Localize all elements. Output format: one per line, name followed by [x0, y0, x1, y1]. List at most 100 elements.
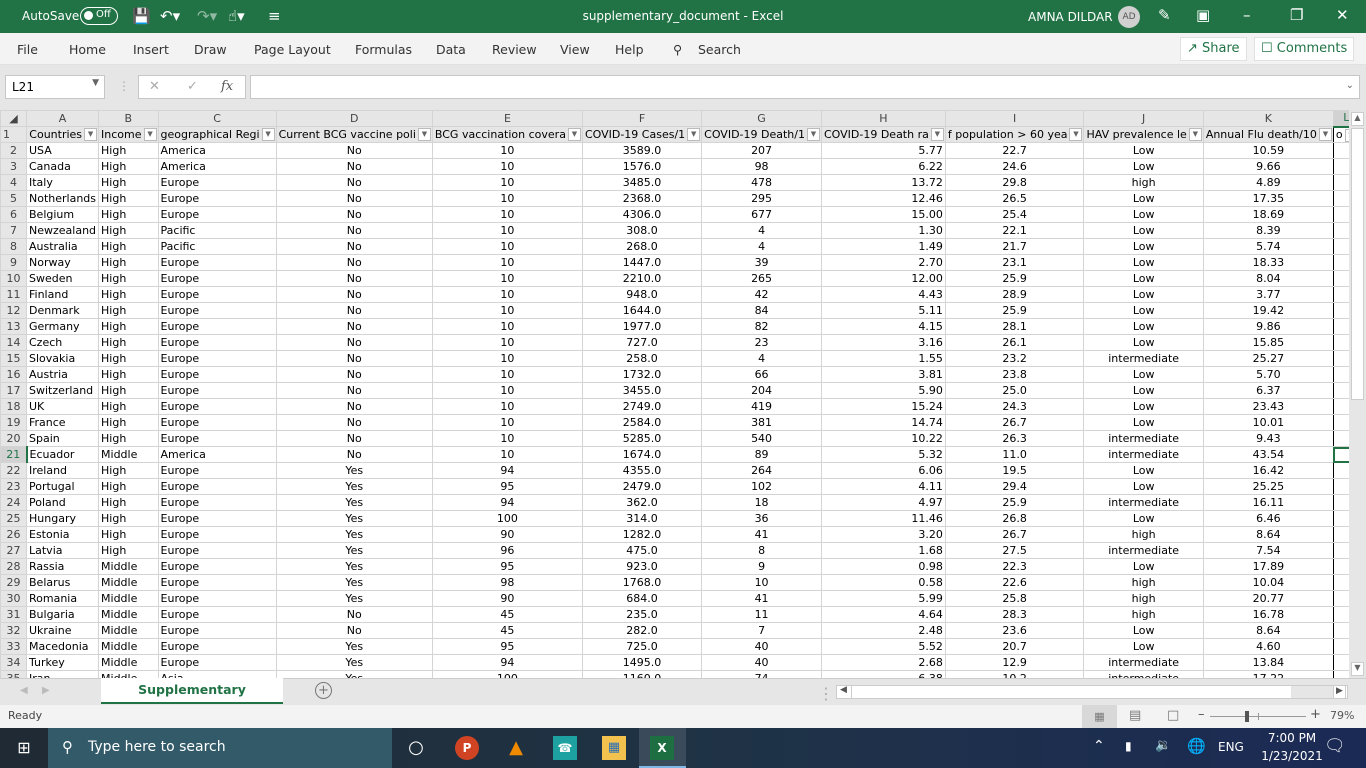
cell[interactable]: No [275, 622, 433, 639]
cell[interactable]: USA [25, 142, 100, 159]
cell[interactable]: Ecuador [25, 446, 100, 463]
cell[interactable]: 10 [431, 366, 583, 383]
cell[interactable]: Canada [25, 158, 100, 175]
row-header[interactable]: 21 [0, 446, 28, 463]
tab-home[interactable]: Home [69, 42, 106, 57]
cell[interactable]: No [275, 190, 433, 207]
tab-review[interactable]: Review [492, 42, 537, 57]
cell[interactable]: High [98, 526, 159, 543]
cell[interactable]: 82 [701, 318, 822, 335]
vlc-icon[interactable]: ▲ [504, 736, 528, 760]
row-header[interactable]: 30 [0, 590, 27, 607]
cell[interactable]: Europe [157, 190, 277, 207]
cell[interactable]: 28.9 [944, 286, 1085, 303]
cell[interactable]: 10.22 [820, 430, 946, 447]
cell[interactable]: Low [1083, 414, 1204, 431]
cell[interactable]: 0.58 [820, 574, 946, 591]
header-cell[interactable]: BCG vaccination covera ▼ [431, 126, 583, 143]
cell[interactable]: High [98, 238, 159, 255]
cell[interactable]: Europe [157, 270, 277, 287]
cell[interactable]: 2749.0 [581, 398, 703, 415]
cell[interactable]: Yes [275, 574, 433, 591]
cell[interactable]: Low [1083, 158, 1204, 175]
filter-dropdown-icon[interactable]: ▼ [261, 128, 275, 141]
cell[interactable]: Yes [275, 478, 433, 495]
cell[interactable]: 8 [701, 542, 822, 559]
cell[interactable] [1332, 622, 1349, 639]
cell[interactable]: 19.42 [1202, 302, 1334, 319]
cell[interactable] [1332, 318, 1349, 335]
header-cell[interactable]: o▼ [1332, 126, 1349, 143]
cell[interactable]: Low [1083, 190, 1204, 207]
cell[interactable]: 24.6 [944, 158, 1085, 175]
cell[interactable]: 684.0 [581, 590, 703, 607]
cell[interactable]: Low [1083, 270, 1204, 287]
cell[interactable]: 25.27 [1202, 350, 1334, 367]
cell[interactable]: High [98, 174, 159, 191]
cell[interactable]: high [1083, 590, 1204, 607]
column-header-k[interactable]: K [1202, 110, 1334, 127]
cell[interactable]: High [98, 462, 159, 479]
cell[interactable]: Middle [98, 590, 159, 607]
cell[interactable]: Low [1083, 286, 1204, 303]
cell[interactable]: 95 [431, 478, 583, 495]
cell[interactable]: 10 [431, 270, 583, 287]
cell[interactable]: Europe [157, 302, 277, 319]
row-header[interactable]: 33 [0, 638, 27, 655]
cell[interactable]: America [157, 158, 277, 175]
column-header-a[interactable]: A [25, 110, 100, 127]
cell[interactable]: High [98, 206, 159, 223]
cell[interactable]: 41 [701, 526, 822, 543]
column-header-l[interactable]: L [1332, 110, 1349, 128]
cell[interactable]: 26.5 [944, 190, 1085, 207]
cell[interactable]: 10 [431, 446, 583, 463]
cell[interactable]: 16.11 [1202, 494, 1334, 511]
cell[interactable]: Rassia [25, 558, 100, 575]
tab-insert[interactable]: Insert [133, 42, 169, 57]
cell[interactable]: 40 [701, 654, 822, 671]
cell[interactable]: Low [1083, 478, 1204, 495]
cell[interactable] [1332, 494, 1349, 511]
filter-dropdown-icon[interactable]: ▼ [1318, 128, 1332, 141]
cell[interactable]: High [98, 398, 159, 415]
cell[interactable]: 29.8 [944, 174, 1085, 191]
cell[interactable]: Low [1083, 462, 1204, 479]
cell[interactable]: No [275, 382, 433, 399]
customize-toolbar-icon[interactable]: ≡ [268, 7, 281, 25]
search-icon[interactable]: ⚲ [673, 42, 682, 57]
cell[interactable]: 36 [701, 510, 822, 527]
cell[interactable]: 1576.0 [581, 158, 703, 175]
formula-input[interactable]: ⌄ [250, 75, 1360, 99]
cell[interactable]: 923.0 [581, 558, 703, 575]
cell[interactable]: America [157, 446, 277, 463]
cell[interactable]: No [275, 174, 433, 191]
cell[interactable]: 10 [431, 206, 583, 223]
tab-data[interactable]: Data [436, 42, 466, 57]
cell[interactable]: 24.3 [944, 398, 1085, 415]
column-header-j[interactable]: J [1083, 110, 1204, 127]
cell[interactable]: 6.38 [820, 670, 946, 678]
row-header[interactable]: 3 [0, 158, 27, 175]
cell[interactable]: 10 [431, 350, 583, 367]
cell[interactable]: Slovakia [25, 350, 100, 367]
cell[interactable]: 10 [431, 190, 583, 207]
cell[interactable]: 2368.0 [581, 190, 703, 207]
column-header-c[interactable]: C [157, 110, 277, 127]
header-cell[interactable]: Current BCG vaccine poli ▼ [275, 126, 433, 143]
cell[interactable]: 25.9 [944, 270, 1085, 287]
horizontal-scrollbar[interactable]: ◀ [836, 685, 1348, 699]
cell[interactable]: Yes [275, 494, 433, 511]
cell[interactable]: 2584.0 [581, 414, 703, 431]
cell[interactable]: 10 [701, 574, 822, 591]
cell[interactable]: 478 [701, 174, 822, 191]
cell[interactable]: 42 [701, 286, 822, 303]
cell[interactable]: Ireland [25, 462, 100, 479]
cell[interactable]: 948.0 [581, 286, 703, 303]
zoom-level[interactable]: 79% [1330, 709, 1354, 722]
filter-dropdown-icon[interactable]: ▼ [1069, 128, 1083, 141]
row-header[interactable]: 15 [0, 350, 27, 367]
row-header[interactable]: 29 [0, 574, 27, 591]
cell[interactable]: 16.78 [1202, 606, 1334, 623]
cell[interactable]: Portugal [25, 478, 100, 495]
cell[interactable]: 84 [701, 302, 822, 319]
